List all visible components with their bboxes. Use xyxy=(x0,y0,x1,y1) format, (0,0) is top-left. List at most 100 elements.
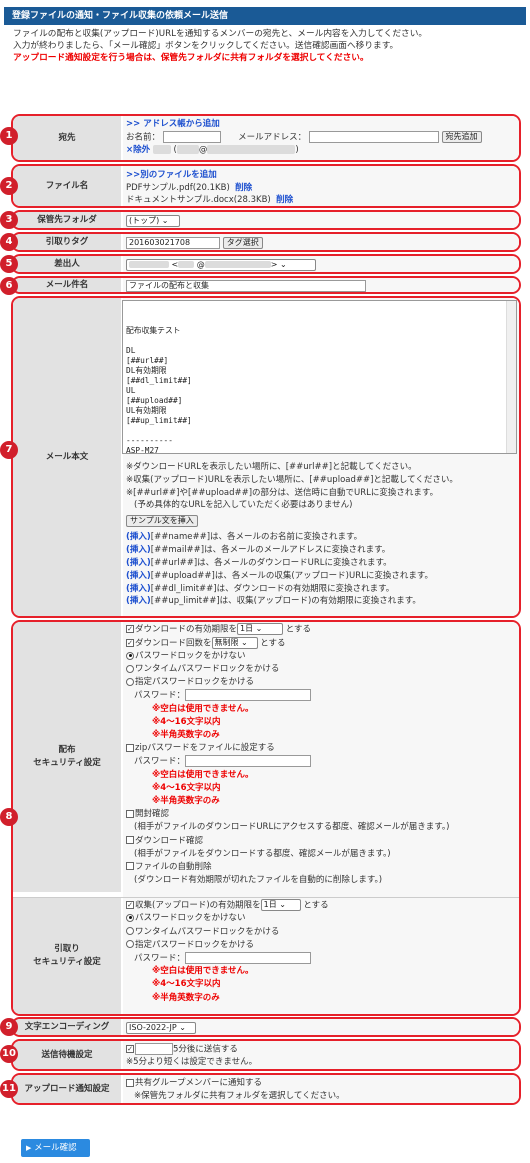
play-icon: ▶ xyxy=(26,1144,32,1152)
body-note-2: ※収集(アップロード)URLを表示したい場所に、[##upload##]と記載し… xyxy=(126,474,458,485)
body-scrollbar[interactable] xyxy=(506,301,516,453)
file-row: ドキュメントサンプル.docx(28.3KB) 削除 xyxy=(126,194,519,206)
badge-2: 2 xyxy=(0,177,18,195)
dl-count-checkbox[interactable]: ✓ xyxy=(126,638,134,647)
insert-link[interactable]: (挿入) xyxy=(126,545,151,555)
collect-onetime-radio[interactable] xyxy=(126,927,134,936)
dist-security-label: 配布 セキュリティ設定 xyxy=(13,622,121,892)
collect-fixed-label: 指定パスワードロックをかける xyxy=(135,939,255,950)
insert-link[interactable]: (挿入) xyxy=(126,558,151,568)
send-wait-input[interactable] xyxy=(135,1043,173,1055)
delete-file-link[interactable]: 削除 xyxy=(276,195,293,205)
ul-limit-select[interactable]: 1日 xyxy=(260,898,301,911)
insert-link[interactable]: (挿入) xyxy=(126,584,151,594)
tag-select-button[interactable]: タグ選択 xyxy=(222,237,263,249)
collect-no-password-label: パスワードロックをかけない xyxy=(135,913,246,924)
section-recipient: 宛先 >> アドレス帳から追加 お名前： メールアドレス： 宛先追加 ×除外 (… xyxy=(11,114,521,162)
add-file-link[interactable]: >>別のファイルを追加 xyxy=(126,170,217,180)
badge-8: 8 xyxy=(0,808,18,826)
dl-limit-checkbox[interactable]: ✓ xyxy=(126,625,134,633)
badge-6: 6 xyxy=(0,277,18,295)
dl-count-label: ダウンロード回数を xyxy=(135,638,212,649)
send-wait-label: 送信待機設定 xyxy=(13,1041,121,1069)
dl-confirm-checkbox[interactable] xyxy=(126,836,134,844)
insert-link[interactable]: (挿入) xyxy=(126,571,151,581)
dist-onetime-radio[interactable] xyxy=(126,664,134,673)
dist-no-password-label: パスワードロックをかけない xyxy=(135,651,246,662)
body-label: メール本文 xyxy=(13,298,121,616)
dl-confirm-label: ダウンロード確認 xyxy=(135,835,204,846)
encoding-label: 文字エンコーディング xyxy=(13,1019,121,1035)
collect-fixed-radio[interactable] xyxy=(126,940,134,949)
badge-1: 1 xyxy=(0,127,18,145)
ul-limit-checkbox[interactable]: ✓ xyxy=(126,900,134,909)
collect-security-label-2: セキュリティ設定 xyxy=(33,957,101,967)
open-confirm-checkbox[interactable] xyxy=(126,809,134,818)
folder-label: 保管先フォルダ xyxy=(13,212,121,228)
badge-10: 10 xyxy=(0,1045,18,1063)
collect-no-password-radio[interactable] xyxy=(126,913,134,922)
dist-password-label: パスワード： xyxy=(134,690,186,701)
collect-password-label: パスワード： xyxy=(134,953,186,964)
badge-9: 9 xyxy=(0,1018,18,1036)
send-wait-checkbox[interactable]: ✓ xyxy=(126,1045,134,1053)
dist-security-label-1: 配布 xyxy=(58,745,76,755)
email-label: メールアドレス： xyxy=(238,132,307,143)
name-input[interactable] xyxy=(162,130,221,143)
insert-link[interactable]: (挿入) xyxy=(126,532,151,542)
dl-limit-select[interactable]: 1日 xyxy=(237,623,284,635)
dl-limit-post: とする xyxy=(285,624,311,635)
sender-lt: < xyxy=(171,260,179,269)
email-input[interactable] xyxy=(308,130,439,143)
dl-count-post: とする xyxy=(260,638,286,649)
section-filename: ファイル名 >>別のファイルを追加 PDFサンプル.pdf(20.1KB) 削除… xyxy=(11,164,521,208)
section-security: 配布 セキュリティ設定 引取り セキュリティ設定 ✓ ダウンロードの有効期限を 1日… xyxy=(11,620,521,1016)
dl-confirm-note: (相手がファイルをダウンロードする都度、確認メールが届きます。) xyxy=(134,848,391,859)
dist-fixed-radio[interactable] xyxy=(126,677,134,686)
remove-recipient-link[interactable]: ×除外 xyxy=(126,145,150,155)
send-wait-suffix: 5分後に送信する xyxy=(173,1044,238,1055)
insert-sample-button[interactable]: サンプル文を挿入 xyxy=(126,515,198,528)
insert-text: [##name##]は、各メールのお名前に変換されます。 xyxy=(150,532,363,543)
intro-line-1: ファイルの配布と収集(アップロード)URLを通知するメンバーの宛先と、メール内容… xyxy=(13,29,428,39)
insert-row: (挿入)[##upload##]は、各メールの収集(アップロード)URLに変換さ… xyxy=(126,570,519,583)
recipient-user-redacted xyxy=(176,144,199,154)
file-name: ドキュメントサンプル.docx(28.3KB) xyxy=(126,195,271,206)
mail-confirm-button[interactable]: ▶ メール確認 xyxy=(21,1139,90,1157)
zip-password-input[interactable] xyxy=(185,755,312,768)
encoding-select[interactable]: ISO-2022-JP xyxy=(126,1022,196,1034)
tag-input[interactable]: 201603021708 xyxy=(126,237,220,249)
file-name: PDFサンプル.pdf(20.1KB) xyxy=(126,182,230,193)
tag-label: 引取りタグ xyxy=(13,234,121,250)
collect-onetime-label: ワンタイムパスワードロックをかける xyxy=(135,926,280,937)
upload-notify-checkbox[interactable] xyxy=(126,1078,134,1087)
zip-label: zipパスワードをファイルに設定する xyxy=(135,743,275,754)
zip-checkbox[interactable] xyxy=(126,743,134,752)
badge-11: 11 xyxy=(0,1080,18,1098)
address-book-link[interactable]: >> アドレス帳から追加 xyxy=(126,119,220,129)
dist-password-input[interactable] xyxy=(185,689,312,702)
body-textarea[interactable]: 配布収集テスト DL [##url##] DL有効期限 [##dl_limit#… xyxy=(122,300,517,454)
insert-text: [##mail##]は、各メールのメールアドレスに変換されます。 xyxy=(150,545,391,556)
badge-7: 7 xyxy=(0,441,18,459)
subject-input[interactable]: ファイルの配布と収集 xyxy=(126,280,366,292)
delete-file-link[interactable]: 削除 xyxy=(235,183,252,193)
sender-select[interactable]: < @ > xyxy=(126,259,316,271)
badge-4: 4 xyxy=(0,233,18,251)
dl-count-select[interactable]: 無制限 xyxy=(211,636,258,649)
add-recipient-button[interactable]: 宛先追加 xyxy=(441,130,482,143)
intro-line-2: 入力が終わりましたら、「メール確認」ボタンをクリックしてください。送信確認画面へ… xyxy=(13,41,399,51)
dist-rule-1: ※空白は使用できません。 xyxy=(152,704,254,715)
collect-rule-2: ※4～16文字以内 xyxy=(152,979,221,990)
insert-row: (挿入)[##up_limit##]は、収集(アップロード)の有効期限に変換され… xyxy=(126,595,519,608)
folder-select[interactable]: (トップ) xyxy=(126,215,180,227)
sender-domain-redacted xyxy=(204,261,271,268)
section-subject: メール件名 ファイルの配布と収集 xyxy=(11,276,521,294)
collect-password-input[interactable] xyxy=(185,951,312,964)
insert-link[interactable]: (挿入) xyxy=(126,596,151,606)
auto-delete-checkbox[interactable] xyxy=(126,862,134,871)
upload-notify-option: 共有グループメンバーに通知する xyxy=(135,1078,262,1088)
sender-name-redacted xyxy=(129,261,169,268)
dist-no-password-radio[interactable] xyxy=(126,651,134,660)
collect-security-label-1: 引取り xyxy=(54,944,80,954)
